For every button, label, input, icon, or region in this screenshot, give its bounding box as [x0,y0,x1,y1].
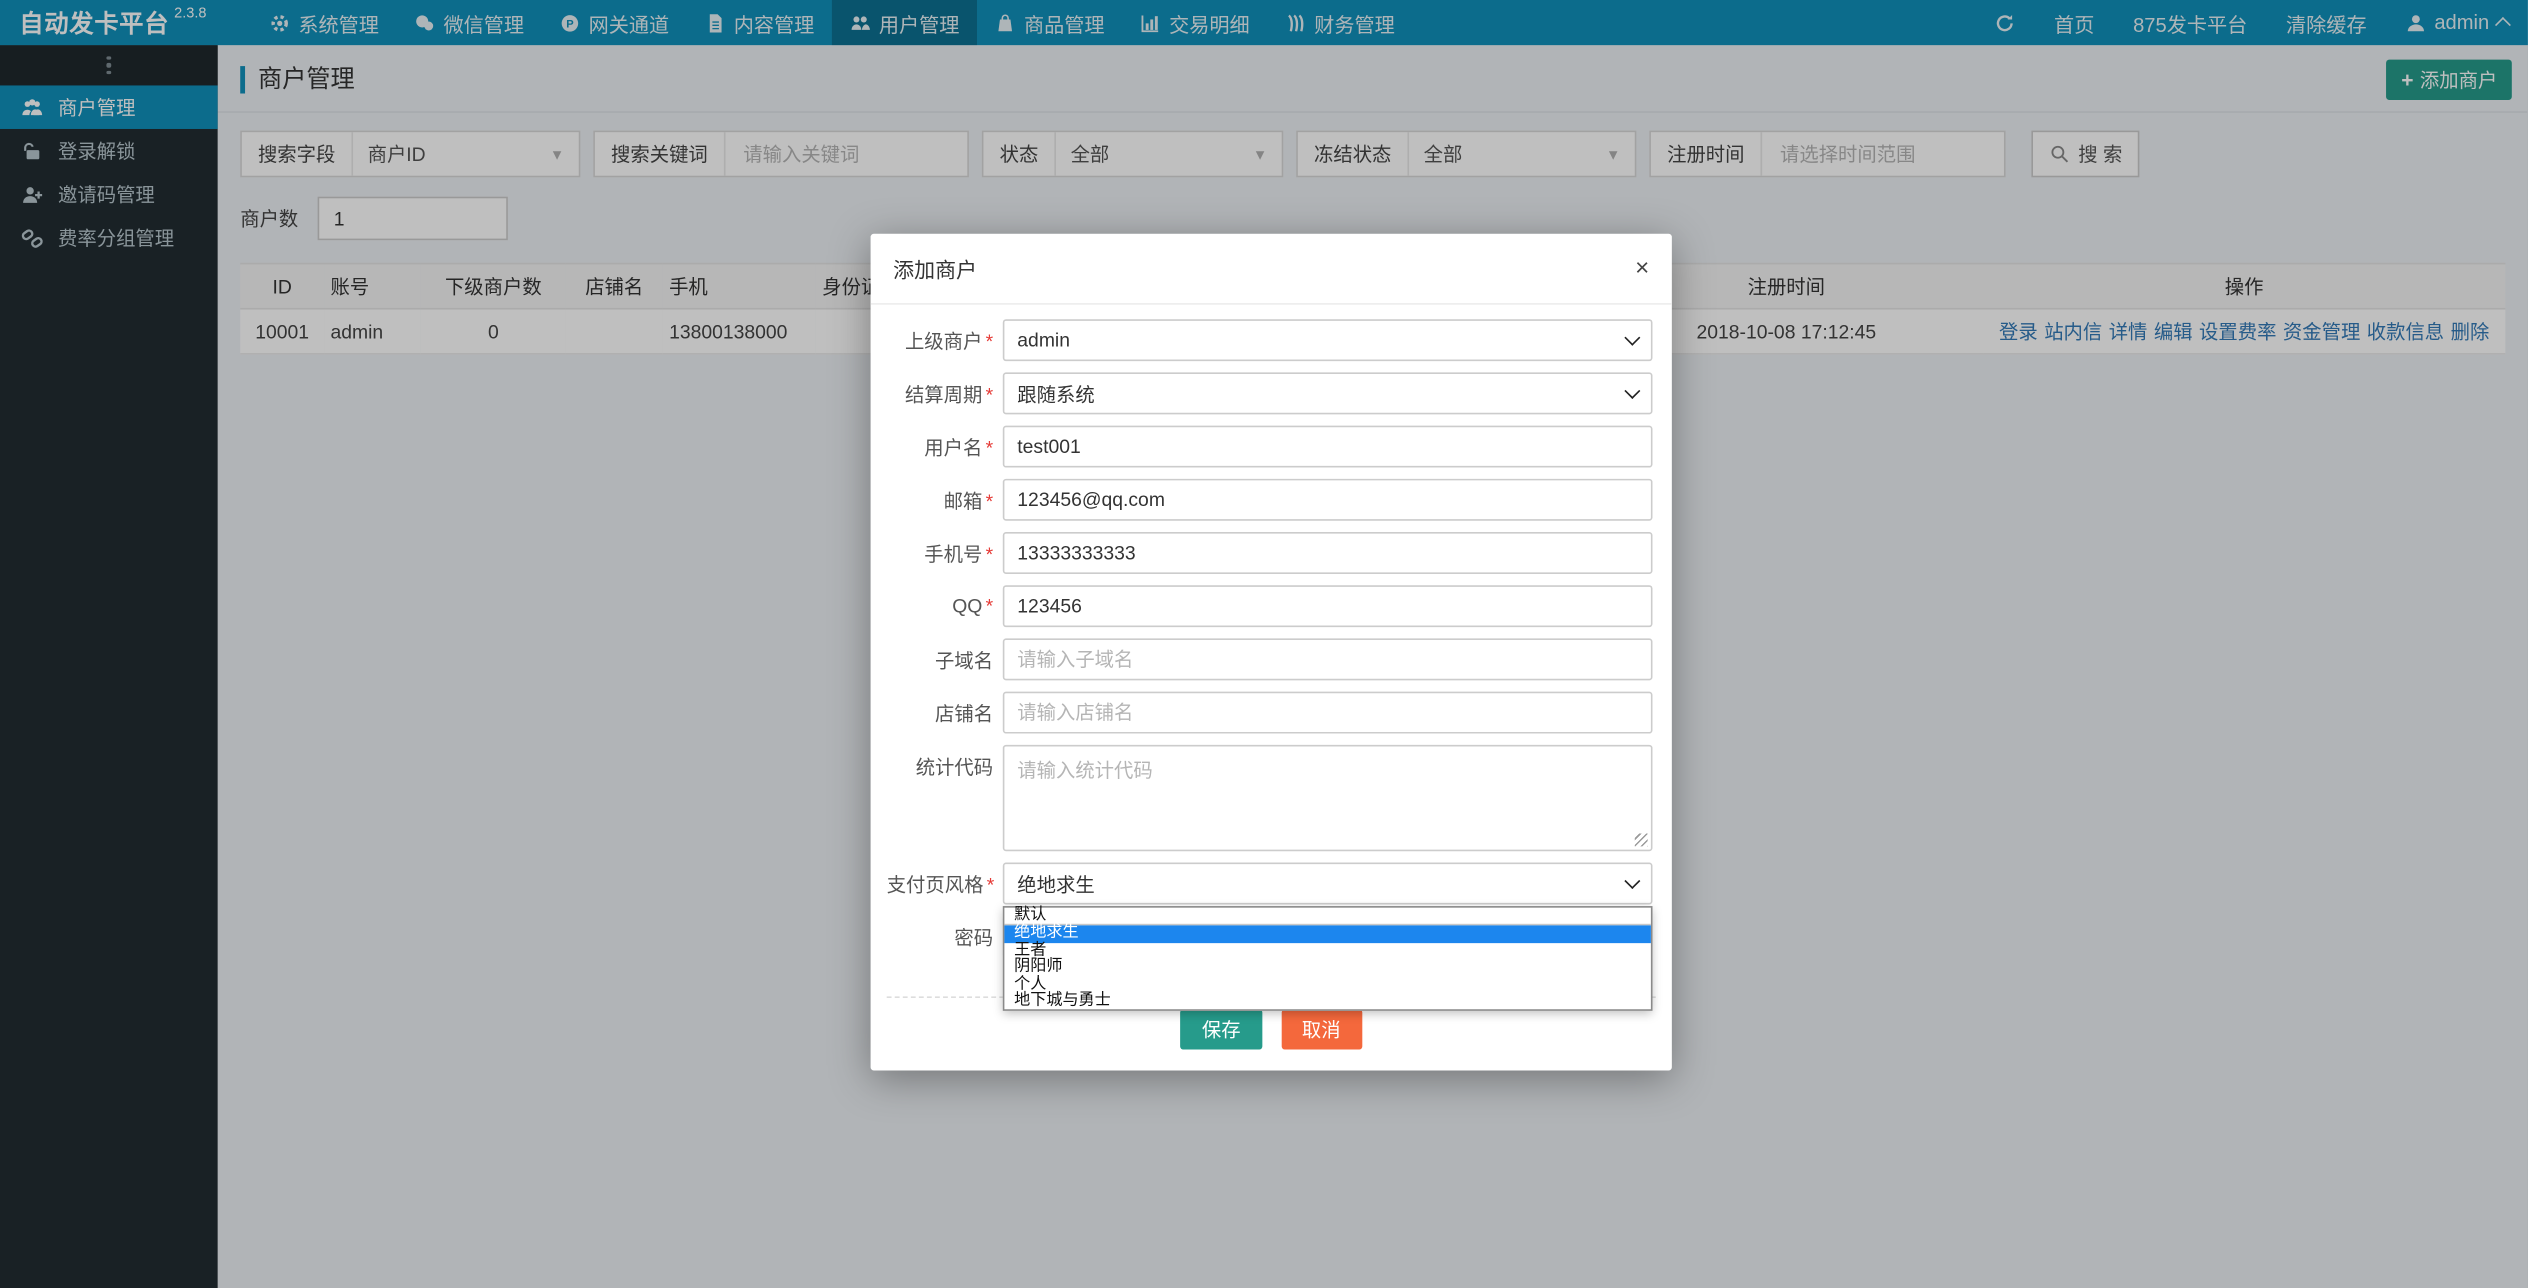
cycle-label: 结算周期* [887,380,993,407]
cycle-value: 跟随系统 [1017,380,1094,407]
required-mark: * [987,873,995,896]
form-row-pay-style: 支付页风格* 绝地求生 默认 绝地求生 王者 阴阳师 个人 地下城与勇士 [887,863,1653,905]
qq-field[interactable] [1003,585,1653,627]
email-field[interactable] [1003,479,1653,521]
app-window: 自动发卡平台 2.3.8 系统管理 微信管理 P 网关通道 内容管理 用户 [0,0,2528,1288]
form-row-phone: 手机号* [887,532,1653,574]
subdomain-label: 子域名 [887,646,993,673]
modal-body: 上级商户* admin 结算周期* 跟随系统 用户名* 邮箱* [871,305,1672,958]
dropdown-option[interactable]: 地下城与勇士 [1004,993,1650,1010]
shopname-field[interactable] [1003,692,1653,734]
stats-code-field[interactable] [1003,745,1653,851]
form-row-parent: 上级商户* admin [887,319,1653,361]
modal-header: 添加商户 × [871,234,1672,305]
cancel-button[interactable]: 取消 [1281,1009,1362,1049]
phone-label: 手机号* [887,539,993,566]
shopname-label: 店铺名 [887,699,993,726]
username-field[interactable] [1003,426,1653,468]
form-row-qq: QQ* [887,585,1653,627]
resize-handle[interactable] [1635,834,1648,847]
pay-style-select[interactable]: 绝地求生 [1003,863,1653,905]
add-merchant-modal: 添加商户 × 上级商户* admin 结算周期* 跟随系统 用户名* [871,234,1672,1071]
required-mark: * [986,543,994,566]
email-label: 邮箱* [887,486,993,513]
required-mark: * [986,489,994,512]
required-mark: * [986,330,994,353]
username-label: 用户名* [887,433,993,460]
pay-style-value: 绝地求生 [1017,870,1094,897]
form-row-username: 用户名* [887,426,1653,468]
form-row-cycle: 结算周期* 跟随系统 [887,372,1653,414]
parent-select[interactable]: admin [1003,319,1653,361]
qq-label: QQ* [887,595,993,618]
password-label: 密码 [887,923,993,950]
chevron-down-icon [1624,383,1640,399]
phone-field[interactable] [1003,532,1653,574]
required-mark: * [986,595,994,618]
pay-style-dropdown: 默认 绝地求生 王者 阴阳师 个人 地下城与勇士 [1003,906,1653,1011]
viewport: 自动发卡平台 2.3.8 系统管理 微信管理 P 网关通道 内容管理 用户 [0,0,2528,1288]
dropdown-option[interactable]: 王者 [1004,943,1650,960]
chevron-down-icon [1624,330,1640,346]
close-icon[interactable]: × [1635,259,1649,278]
save-button[interactable]: 保存 [1181,1009,1262,1049]
chevron-down-icon [1624,873,1640,889]
parent-value: admin [1017,329,1070,352]
form-row-stats-code: 统计代码 [887,745,1653,851]
parent-label: 上级商户* [887,326,993,353]
dropdown-option[interactable]: 阴阳师 [1004,960,1650,977]
form-row-email: 邮箱* [887,479,1653,521]
stats-code-wrap [1003,745,1653,851]
form-row-shopname: 店铺名 [887,692,1653,734]
required-mark: * [986,436,994,459]
dropdown-option[interactable]: 默认 [1004,908,1650,926]
modal-title: 添加商户 [893,253,977,284]
form-row-subdomain: 子域名 [887,638,1653,680]
subdomain-field[interactable] [1003,638,1653,680]
pay-style-label: 支付页风格* [887,870,993,897]
cycle-select[interactable]: 跟随系统 [1003,372,1653,414]
stats-code-label: 统计代码 [887,753,993,780]
dropdown-option-selected[interactable]: 绝地求生 [1004,926,1650,943]
required-mark: * [986,383,994,406]
